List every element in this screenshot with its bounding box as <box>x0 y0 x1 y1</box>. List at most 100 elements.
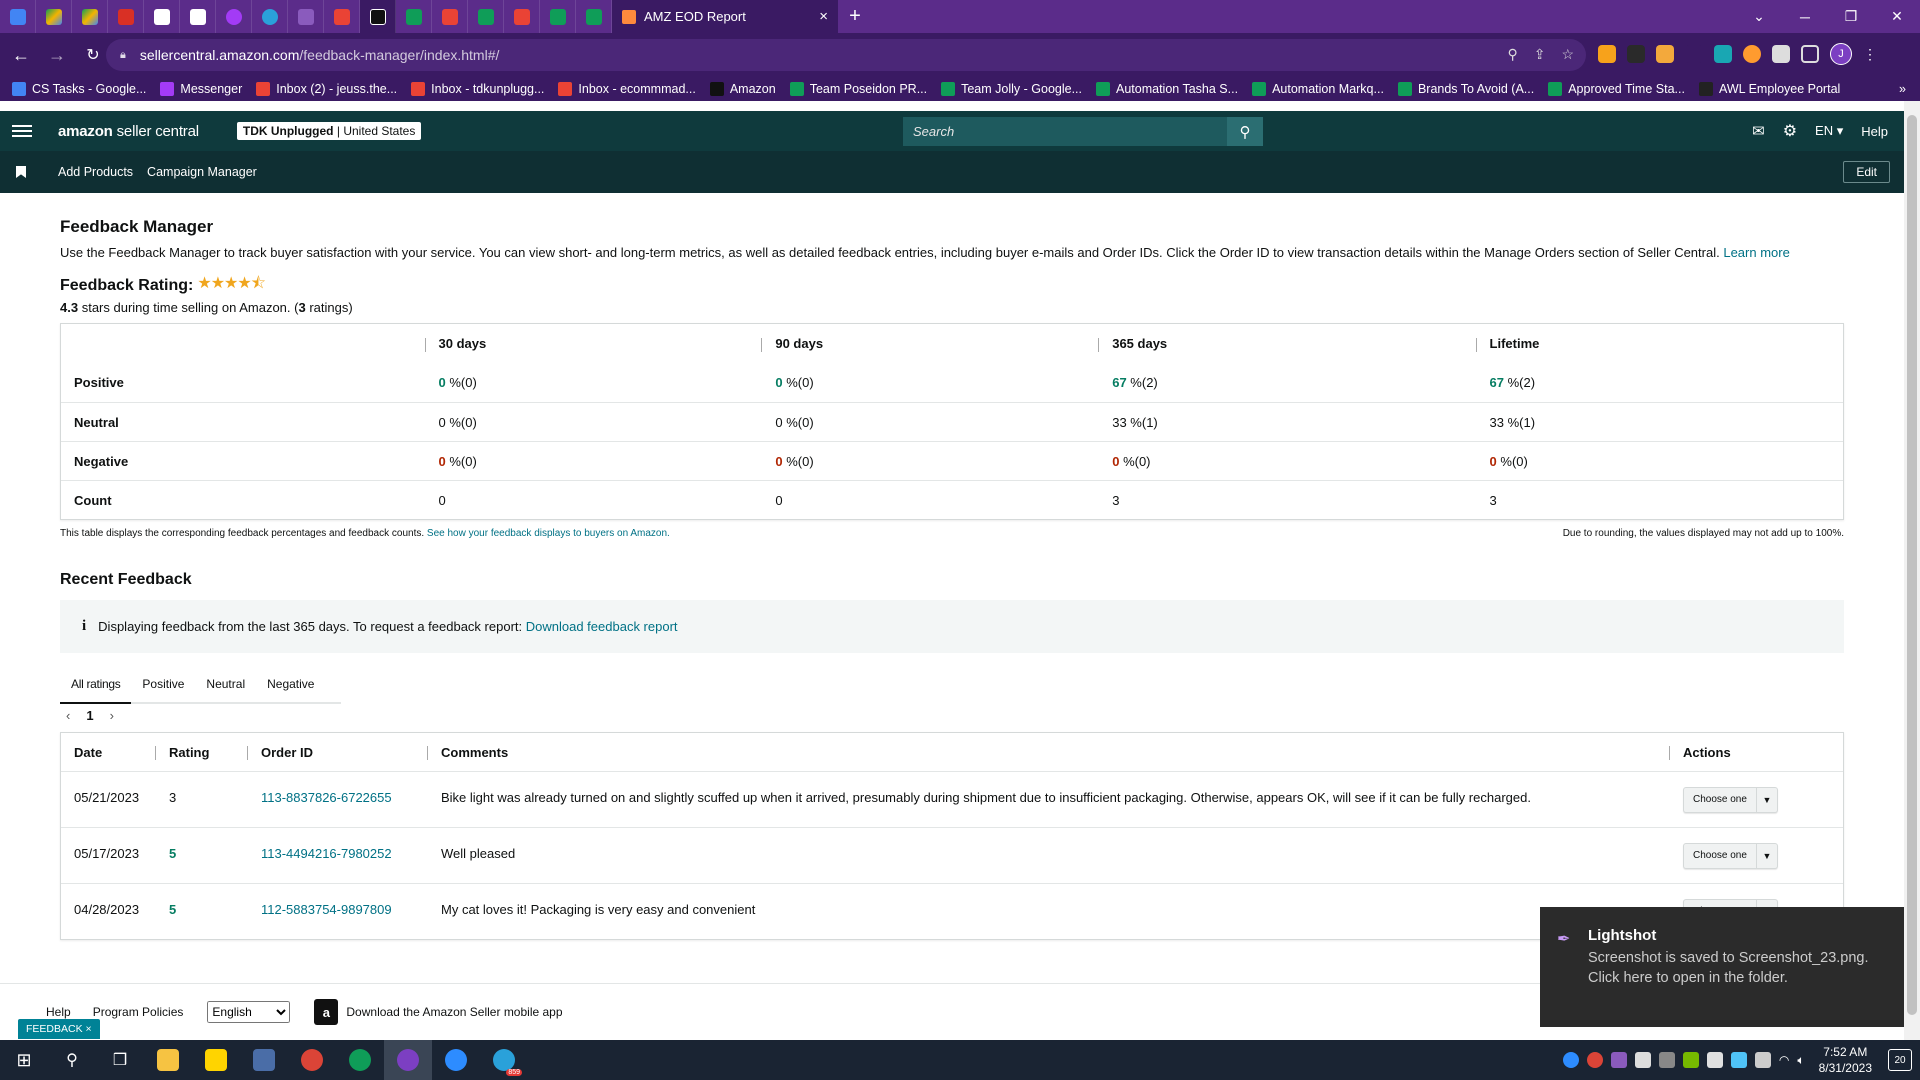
scrollbar-thumb[interactable] <box>1907 115 1917 1015</box>
bookmark-item[interactable]: Approved Time Sta... <box>1548 82 1685 96</box>
tab-lightshot[interactable] <box>288 0 324 33</box>
bookmark-item[interactable]: Brands To Avoid (A... <box>1397 82 1534 96</box>
download-report-link[interactable]: Download feedback report <box>526 619 678 634</box>
zoom-tray-icon[interactable] <box>1562 1052 1579 1068</box>
tab-red-app[interactable] <box>108 0 144 33</box>
page-scrollbar[interactable] <box>1904 101 1920 1040</box>
extensions-puzzle-icon[interactable] <box>1772 45 1790 63</box>
tab-google-drive-2[interactable] <box>72 0 108 33</box>
lightshot-tray-icon[interactable] <box>1610 1052 1627 1068</box>
nav-campaign-manager[interactable]: Campaign Manager <box>147 165 257 179</box>
edit-nav-button[interactable]: Edit <box>1843 161 1890 183</box>
tab-positive[interactable]: Positive <box>131 667 195 702</box>
feedback-widget-tab[interactable]: FEEDBACK × <box>18 1019 100 1039</box>
tab-messenger[interactable] <box>216 0 252 33</box>
tab-google-sheets[interactable] <box>396 0 432 33</box>
prev-page-icon[interactable]: ‹ <box>66 708 70 723</box>
new-tab-button[interactable]: + <box>838 5 872 28</box>
windows-start-icon[interactable]: ⊞ <box>0 1040 48 1080</box>
chrome-active-icon[interactable] <box>384 1040 432 1080</box>
bookmark-item[interactable]: Automation Markq... <box>1252 82 1384 96</box>
next-page-icon[interactable]: › <box>110 708 114 723</box>
nav-add-products[interactable]: Add Products <box>58 165 133 179</box>
chrome-tray-icon[interactable] <box>1586 1052 1603 1068</box>
menu-icon[interactable] <box>12 125 32 137</box>
feedback-close-icon[interactable]: × <box>86 1023 92 1035</box>
calculator-icon[interactable] <box>240 1040 288 1080</box>
telegram-taskbar-icon[interactable]: 859 <box>480 1040 528 1080</box>
bookmark-item[interactable]: Messenger <box>160 82 242 96</box>
task-view-icon[interactable]: ❒ <box>96 1040 144 1080</box>
download-app-link[interactable]: Download the Amazon Seller mobile app <box>346 1005 562 1019</box>
browser-menu-icon[interactable]: ⋮ <box>1863 46 1877 63</box>
action-dropdown[interactable]: Choose one▼ <box>1683 786 1778 813</box>
search-input[interactable] <box>903 117 1227 146</box>
search-icon[interactable]: ⚲ <box>1227 117 1263 146</box>
tab-google-sheets-3[interactable] <box>540 0 576 33</box>
footer-help-link[interactable]: Help <box>46 1005 71 1019</box>
extension-js-icon[interactable] <box>1598 45 1616 63</box>
tab-active[interactable]: AMZ EOD Report × <box>612 0 838 33</box>
keyboard-icon[interactable] <box>1754 1052 1771 1068</box>
tab-gmail-2[interactable] <box>432 0 468 33</box>
zoom-icon[interactable]: ⚲ <box>1507 46 1517 63</box>
tab-white-app-2[interactable] <box>180 0 216 33</box>
profile-avatar[interactable]: J <box>1830 43 1852 65</box>
seller-central-logo[interactable]: amazon seller central <box>58 123 199 140</box>
bookmark-icon[interactable] <box>16 166 26 178</box>
lightshot-notification[interactable]: ✒ Lightshot Screenshot is saved to Scree… <box>1540 907 1904 1027</box>
gear-icon[interactable]: ⚙ <box>1783 121 1797 141</box>
tab-white-app[interactable] <box>144 0 180 33</box>
tab-google-drive[interactable] <box>36 0 72 33</box>
tab-google-sheets-2[interactable] <box>468 0 504 33</box>
side-panel-icon[interactable] <box>1801 45 1819 63</box>
learn-more-link[interactable]: Learn more <box>1723 245 1789 260</box>
language-select[interactable]: English <box>207 1001 291 1023</box>
reload-button[interactable]: ↻ <box>78 45 108 65</box>
mail-icon[interactable]: ✉ <box>1752 122 1765 140</box>
bookmark-item[interactable]: Inbox (2) - jeuss.the... <box>256 82 397 96</box>
bookmark-item[interactable]: Team Jolly - Google... <box>941 82 1082 96</box>
tab-close-icon[interactable]: × <box>819 8 828 25</box>
tab-all-ratings[interactable]: All ratings <box>60 667 132 704</box>
order-id-link[interactable]: 112-5883754-9897809 <box>247 884 427 917</box>
clock[interactable]: 7:52 AM 8/31/2023 <box>1819 1044 1872 1076</box>
tab-gmail-3[interactable] <box>504 0 540 33</box>
extension-circle-icon[interactable] <box>1743 45 1761 63</box>
action-dropdown[interactable]: Choose one▼ <box>1683 842 1778 869</box>
bookmark-item[interactable]: Inbox - ecommmad... <box>558 82 696 96</box>
extension-honey-icon[interactable] <box>1656 45 1674 63</box>
store-switcher[interactable]: TDK Unplugged | United States <box>236 122 422 140</box>
bookmark-item[interactable]: Amazon <box>709 82 776 96</box>
volume-icon[interactable]: 🔈︎ <box>1797 1053 1804 1068</box>
forward-button[interactable]: → <box>42 45 72 66</box>
wifi-icon[interactable]: ◠ <box>1779 1053 1789 1067</box>
help-link[interactable]: Help <box>1861 124 1888 139</box>
share-icon[interactable]: ⇪ <box>1534 46 1546 63</box>
bookmark-item[interactable]: AWL Employee Portal <box>1698 82 1840 96</box>
tab-telegram[interactable] <box>252 0 288 33</box>
close-window-button[interactable]: ✕ <box>1874 0 1920 33</box>
chrome-profile-icon[interactable] <box>336 1040 384 1080</box>
extension-r-icon[interactable] <box>1627 45 1645 63</box>
bookmark-item[interactable]: Team Poseidon PR... <box>789 82 927 96</box>
chrome-icon[interactable] <box>288 1040 336 1080</box>
more-bookmarks-icon[interactable]: » <box>1899 82 1906 96</box>
bookmark-item[interactable]: Automation Tasha S... <box>1096 82 1238 96</box>
order-id-link[interactable]: 113-8837826-6722655 <box>247 772 427 805</box>
url-field[interactable]: 🔒︎ sellercentral.amazon.com/feedback-man… <box>106 39 1586 71</box>
extension-arrow-icon[interactable] <box>1685 45 1703 63</box>
bookmark-star-icon[interactable]: ☆ <box>1561 46 1574 63</box>
notification-center-icon[interactable]: 20 <box>1888 1049 1912 1071</box>
bookmark-item[interactable]: Inbox - tdkunplugg... <box>411 82 544 96</box>
tab-gmail[interactable] <box>324 0 360 33</box>
nvidia-icon[interactable] <box>1682 1052 1699 1068</box>
onedrive-icon[interactable] <box>1634 1052 1651 1068</box>
tray-app-icon[interactable] <box>1706 1052 1723 1068</box>
tab-negative[interactable]: Negative <box>256 667 325 702</box>
file-explorer-icon[interactable] <box>144 1040 192 1080</box>
feedback-display-link[interactable]: See how your feedback displays to buyers… <box>427 528 670 539</box>
minimize-button[interactable]: ─ <box>1782 0 1828 33</box>
language-selector[interactable]: EN ▾ <box>1815 123 1843 139</box>
order-id-link[interactable]: 113-4494216-7980252 <box>247 828 427 861</box>
